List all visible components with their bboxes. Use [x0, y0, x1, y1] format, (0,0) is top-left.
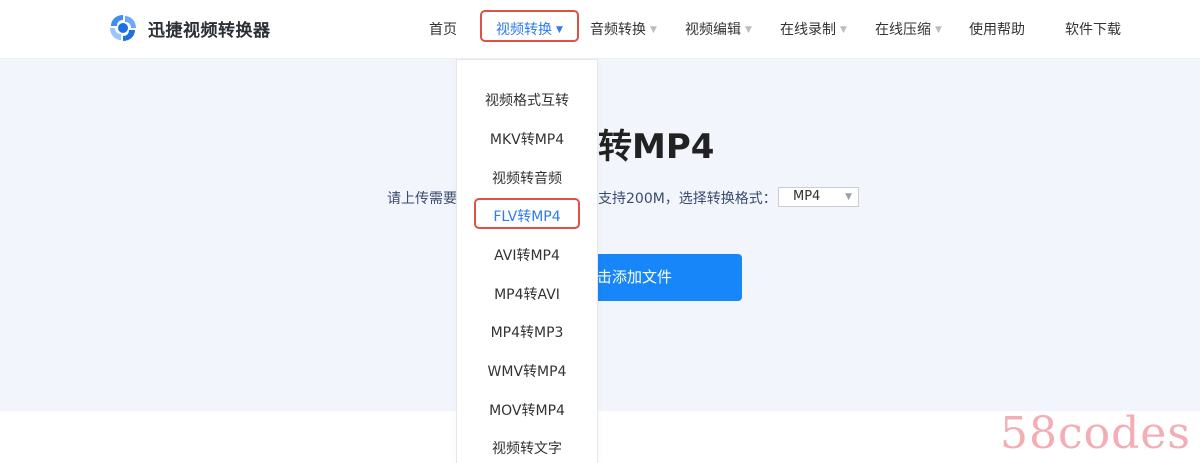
chevron-down-icon: ▼ [840, 25, 847, 35]
nav-online-compress-label: 在线压缩 [875, 22, 931, 38]
top-header: 迅捷视频转换器 首页 视频转换 ▼ 音频转换 ▼ 视频编辑 ▼ 在线录制 ▼ 在线压缩 ▼… [0, 0, 1200, 59]
nav-download-label: 软件下载 [1065, 22, 1121, 38]
nav-video-convert[interactable]: 视频转换 ▼ [496, 19, 563, 39]
dropdown-item-format-convert[interactable]: 视频格式互转 [457, 90, 597, 110]
dropdown-item-flv-to-mp4[interactable]: FLV转MP4 [457, 206, 597, 226]
dropdown-item-mkv-to-mp4[interactable]: MKV转MP4 [457, 129, 597, 149]
format-select[interactable]: MP4 ▼ [778, 187, 859, 207]
video-convert-dropdown: 视频格式互转 MKV转MP4 视频转音频 FLV转MP4 AVI转MP4 MP4… [456, 59, 598, 463]
dropdown-item-mov-to-mp4[interactable]: MOV转MP4 [457, 400, 597, 420]
upload-hint-left: 请上传需要 [387, 191, 457, 207]
nav-home[interactable]: 首页 [429, 19, 457, 39]
nav-help-label: 使用帮助 [969, 22, 1025, 38]
brand-name[interactable]: 迅捷视频转换器 [148, 16, 271, 41]
add-file-button-label: 击添加文件 [597, 268, 673, 286]
page-title: 转MP4 [598, 127, 715, 167]
hero-section [0, 59, 1200, 411]
nav-video-convert-label: 视频转换 [496, 22, 552, 38]
nav-audio-convert-label: 音频转换 [590, 22, 646, 38]
dropdown-item-wmv-to-mp4[interactable]: WMV转MP4 [457, 361, 597, 381]
nav-video-edit-label: 视频编辑 [685, 22, 741, 38]
nav-online-record[interactable]: 在线录制 ▼ [780, 19, 847, 39]
watermark: 58codes [1000, 408, 1191, 459]
nav-home-label: 首页 [429, 22, 457, 38]
nav-download[interactable]: 软件下载 [1065, 19, 1121, 39]
dropdown-item-mp4-to-avi[interactable]: MP4转AVI [457, 284, 597, 304]
nav-help[interactable]: 使用帮助 [969, 19, 1025, 39]
upload-hint-right: 支持200M，选择转换格式： [598, 191, 777, 207]
chevron-down-icon: ▼ [935, 25, 942, 35]
dropdown-item-video-to-text[interactable]: 视频转文字 [457, 438, 597, 458]
nav-audio-convert[interactable]: 音频转换 ▼ [590, 19, 657, 39]
chevron-down-icon: ▼ [556, 25, 563, 35]
format-select-value: MP4 [793, 189, 821, 204]
nav-video-edit[interactable]: 视频编辑 ▼ [685, 19, 752, 39]
dropdown-item-video-to-audio[interactable]: 视频转音频 [457, 168, 597, 188]
nav-online-record-label: 在线录制 [780, 22, 836, 38]
swirl-logo-icon[interactable] [107, 12, 139, 44]
dropdown-item-mp4-to-mp3[interactable]: MP4转MP3 [457, 322, 597, 342]
dropdown-item-avi-to-mp4[interactable]: AVI转MP4 [457, 245, 597, 265]
chevron-down-icon: ▼ [745, 25, 752, 35]
chevron-down-icon: ▼ [845, 192, 852, 202]
chevron-down-icon: ▼ [650, 25, 657, 35]
nav-online-compress[interactable]: 在线压缩 ▼ [875, 19, 942, 39]
